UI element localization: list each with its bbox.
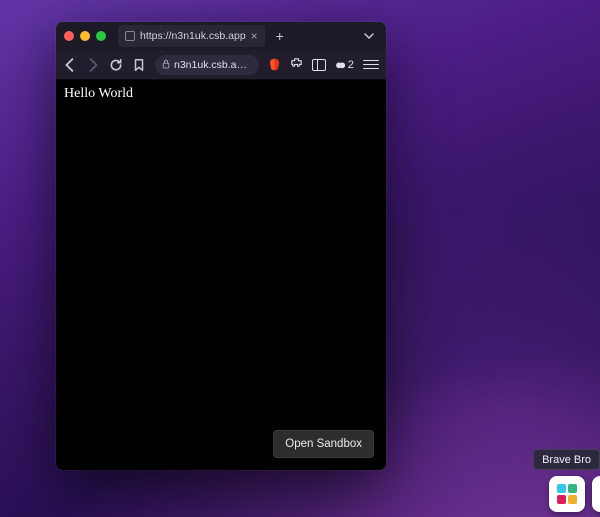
- address-bar[interactable]: n3n1uk.csb.a…: [155, 55, 259, 75]
- minimize-window-button[interactable]: [80, 31, 90, 41]
- lock-icon: [162, 59, 170, 71]
- tab-strip: https://n3n1uk.csb.app × +: [56, 22, 386, 50]
- close-tab-icon[interactable]: ×: [251, 30, 258, 42]
- bookmark-button[interactable]: [132, 58, 146, 72]
- dock: [542, 471, 600, 517]
- forward-button[interactable]: [86, 58, 100, 72]
- window-controls: [64, 31, 106, 41]
- tab-list-dropdown-icon[interactable]: [360, 27, 378, 46]
- shields-count: 2: [348, 59, 354, 71]
- browser-tab[interactable]: https://n3n1uk.csb.app ×: [118, 25, 265, 47]
- dock-app-slack-icon[interactable]: [549, 476, 585, 512]
- sunglasses-icon: ●●: [335, 57, 342, 72]
- extensions-icon[interactable]: [290, 57, 303, 73]
- new-tab-button[interactable]: +: [271, 27, 289, 45]
- tab-title: https://n3n1uk.csb.app: [140, 30, 246, 42]
- page-body-text: Hello World: [64, 86, 378, 102]
- browser-toolbar: n3n1uk.csb.a… ●● 2: [56, 50, 386, 80]
- reader-mode-button[interactable]: ●● 2: [335, 57, 354, 72]
- tab-favicon-icon: [125, 31, 135, 41]
- maximize-window-button[interactable]: [96, 31, 106, 41]
- page-viewport: Hello World Open Sandbox: [56, 80, 386, 470]
- url-text: n3n1uk.csb.a…: [174, 59, 252, 71]
- open-sandbox-button[interactable]: Open Sandbox: [273, 430, 374, 458]
- back-button[interactable]: [63, 58, 77, 72]
- hamburger-menu-icon[interactable]: [363, 60, 379, 70]
- dock-tooltip: Brave Bro: [533, 449, 600, 470]
- sidebar-toggle-icon[interactable]: [312, 59, 326, 71]
- dock-app-brave-icon[interactable]: [592, 476, 600, 512]
- close-window-button[interactable]: [64, 31, 74, 41]
- reload-button[interactable]: [109, 58, 123, 72]
- browser-window: https://n3n1uk.csb.app × + n3n1uk.csb.a…: [56, 22, 386, 470]
- brave-shields-icon[interactable]: [268, 58, 281, 71]
